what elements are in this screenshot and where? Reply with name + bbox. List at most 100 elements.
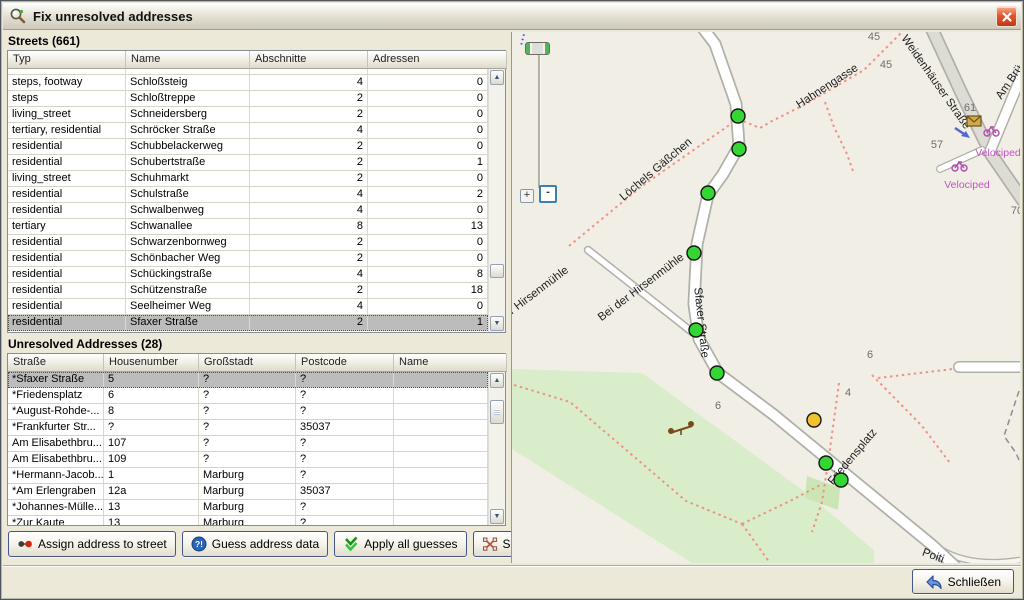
marker-green[interactable] bbox=[834, 473, 848, 487]
scroll-up-icon[interactable]: ▲ bbox=[490, 373, 504, 388]
cell: residential bbox=[8, 251, 126, 267]
table-row[interactable]: living_streetSchneidersberg20 bbox=[8, 107, 488, 123]
cell: 2 bbox=[250, 315, 368, 331]
velociped-label: Velociped bbox=[975, 147, 1020, 159]
cell: ? bbox=[296, 388, 394, 404]
marker-green[interactable] bbox=[732, 142, 746, 156]
cell: 2 bbox=[250, 155, 368, 171]
column-header[interactable]: Name bbox=[394, 354, 507, 372]
table-row[interactable]: Am Elisabethbru...107?? bbox=[8, 436, 488, 452]
street-label-hirsenmuehle-partial: er Hirsenmühle bbox=[512, 264, 571, 321]
column-header[interactable]: Name bbox=[126, 51, 250, 69]
table-row[interactable]: steps, footwaySchloßsteig40 bbox=[8, 75, 488, 91]
street-label-loechels-gaesschen: Löchels Gäßchen bbox=[618, 136, 695, 203]
zoom-slider-track[interactable] bbox=[538, 48, 541, 188]
cell: Schückingstraße bbox=[126, 267, 250, 283]
table-row[interactable]: tertiary, residentialSchröcker Straße40 bbox=[8, 123, 488, 139]
column-header[interactable]: Straße bbox=[8, 354, 104, 372]
table-row[interactable]: *Frankfurter Str...??35037 bbox=[8, 420, 488, 436]
post-box-icon bbox=[967, 116, 981, 126]
column-header[interactable]: Großstadt bbox=[199, 354, 296, 372]
cell: 2 bbox=[368, 187, 488, 203]
map-view[interactable]: Hahnengasse Löchels Gäßchen Bei der Hirs… bbox=[511, 32, 1020, 563]
cell: *Hermann-Jacob... bbox=[8, 468, 104, 484]
cell: Schubertstraße bbox=[126, 155, 250, 171]
table-row[interactable]: stepsSchloßtreppe20 bbox=[8, 91, 488, 107]
marker-green[interactable] bbox=[819, 456, 833, 470]
cell bbox=[394, 436, 488, 452]
table-row[interactable]: *Hermann-Jacob...1Marburg? bbox=[8, 468, 488, 484]
column-header[interactable]: Abschnitte bbox=[250, 51, 368, 69]
marker-green[interactable] bbox=[687, 246, 701, 260]
cell: Schwarzenbornweg bbox=[126, 235, 250, 251]
table-row[interactable]: tertiarySchwanallee813 bbox=[8, 219, 488, 235]
column-header[interactable]: Postcode bbox=[296, 354, 394, 372]
titlebar[interactable]: Fix unresolved addresses bbox=[3, 3, 1021, 30]
scrollbar-thumb[interactable] bbox=[490, 400, 504, 424]
cell: Schützenstraße bbox=[126, 283, 250, 299]
guess-address-button[interactable]: ?! Guess address data bbox=[182, 531, 328, 557]
cell: 4 bbox=[250, 123, 368, 139]
map-canvas[interactable]: Hahnengasse Löchels Gäßchen Bei der Hirs… bbox=[512, 32, 1020, 563]
scroll-up-icon[interactable]: ▲ bbox=[490, 70, 504, 85]
cell: Marburg bbox=[199, 468, 296, 484]
close-button[interactable] bbox=[996, 6, 1017, 27]
apply-guesses-icon bbox=[343, 536, 359, 552]
cell: 13 bbox=[104, 516, 199, 525]
column-header[interactable]: Typ bbox=[8, 51, 126, 69]
zoom-slider-handle[interactable] bbox=[525, 42, 550, 55]
table-row[interactable]: *Zur Kaute13Marburg? bbox=[8, 516, 488, 525]
cell: *Johannes-Mülle... bbox=[8, 500, 104, 516]
table-row[interactable]: residentialSchwalbenweg40 bbox=[8, 203, 488, 219]
velociped-label: Velociped bbox=[944, 179, 990, 191]
addresses-scrollbar[interactable]: ▲ ▼ bbox=[488, 372, 505, 525]
marker-green[interactable] bbox=[710, 366, 724, 380]
table-row[interactable]: living_streetSchuhmarkt20 bbox=[8, 171, 488, 187]
column-header[interactable]: Housenumber bbox=[104, 354, 199, 372]
table-row[interactable]: *Am Erlengraben12aMarburg35037 bbox=[8, 484, 488, 500]
cell: ? bbox=[199, 388, 296, 404]
cell: 8 bbox=[250, 219, 368, 235]
footer-bar: Schließen bbox=[3, 565, 1021, 597]
marker-green[interactable] bbox=[731, 109, 745, 123]
zoom-in-button[interactable]: + bbox=[520, 189, 534, 203]
zoom-out-button[interactable]: - bbox=[539, 185, 557, 203]
apply-guesses-button[interactable]: Apply all guesses bbox=[334, 531, 466, 557]
button-label: Assign address to street bbox=[38, 537, 167, 551]
table-row-selected[interactable]: *Sfaxer Straße5?? bbox=[8, 372, 488, 388]
table-row[interactable]: residentialSchönbacher Weg20 bbox=[8, 251, 488, 267]
cell: 107 bbox=[104, 436, 199, 452]
close-dialog-button[interactable]: Schließen bbox=[912, 569, 1014, 594]
scrollbar-thumb[interactable] bbox=[490, 264, 504, 278]
cell: 5 bbox=[104, 372, 199, 388]
street-label-hahnengasse: Hahnengasse bbox=[794, 62, 860, 111]
scroll-down-icon[interactable]: ▼ bbox=[490, 316, 504, 331]
scroll-down-icon[interactable]: ▼ bbox=[490, 509, 504, 524]
cell: Schröcker Straße bbox=[126, 123, 250, 139]
table-row[interactable]: *Johannes-Mülle...13Marburg? bbox=[8, 500, 488, 516]
house-number: 6 bbox=[867, 349, 873, 361]
table-row[interactable]: residentialSchubertstraße21 bbox=[8, 155, 488, 171]
cell: 12a bbox=[104, 484, 199, 500]
table-row-selected[interactable]: residentialSfaxer Straße21 bbox=[8, 315, 488, 331]
streets-scrollbar[interactable]: ▲ ▼ bbox=[488, 69, 505, 332]
table-row[interactable]: Am Elisabethbru...109?? bbox=[8, 452, 488, 468]
house-number: 70 bbox=[1011, 205, 1020, 217]
cell: 0 bbox=[368, 123, 488, 139]
assign-address-button[interactable]: Assign address to street bbox=[8, 531, 176, 557]
cell bbox=[394, 484, 488, 500]
table-row[interactable]: *Friedensplatz6?? bbox=[8, 388, 488, 404]
cell: Schulstraße bbox=[126, 187, 250, 203]
table-row[interactable]: residentialSchulstraße42 bbox=[8, 187, 488, 203]
marker-green[interactable] bbox=[689, 323, 703, 337]
table-row[interactable]: residentialSchützenstraße218 bbox=[8, 283, 488, 299]
table-row[interactable]: residentialSchückingstraße48 bbox=[8, 267, 488, 283]
table-row[interactable]: residentialSchubbelackerweg20 bbox=[8, 139, 488, 155]
marker-yellow[interactable] bbox=[807, 413, 821, 427]
table-row[interactable]: *August-Rohde-...8?? bbox=[8, 404, 488, 420]
table-row[interactable]: residentialSeelheimer Weg40 bbox=[8, 299, 488, 315]
column-header[interactable]: Adressen bbox=[368, 51, 507, 69]
marker-green[interactable] bbox=[701, 186, 715, 200]
table-row[interactable]: residentialSchwarzenbornweg20 bbox=[8, 235, 488, 251]
cell: 8 bbox=[104, 404, 199, 420]
